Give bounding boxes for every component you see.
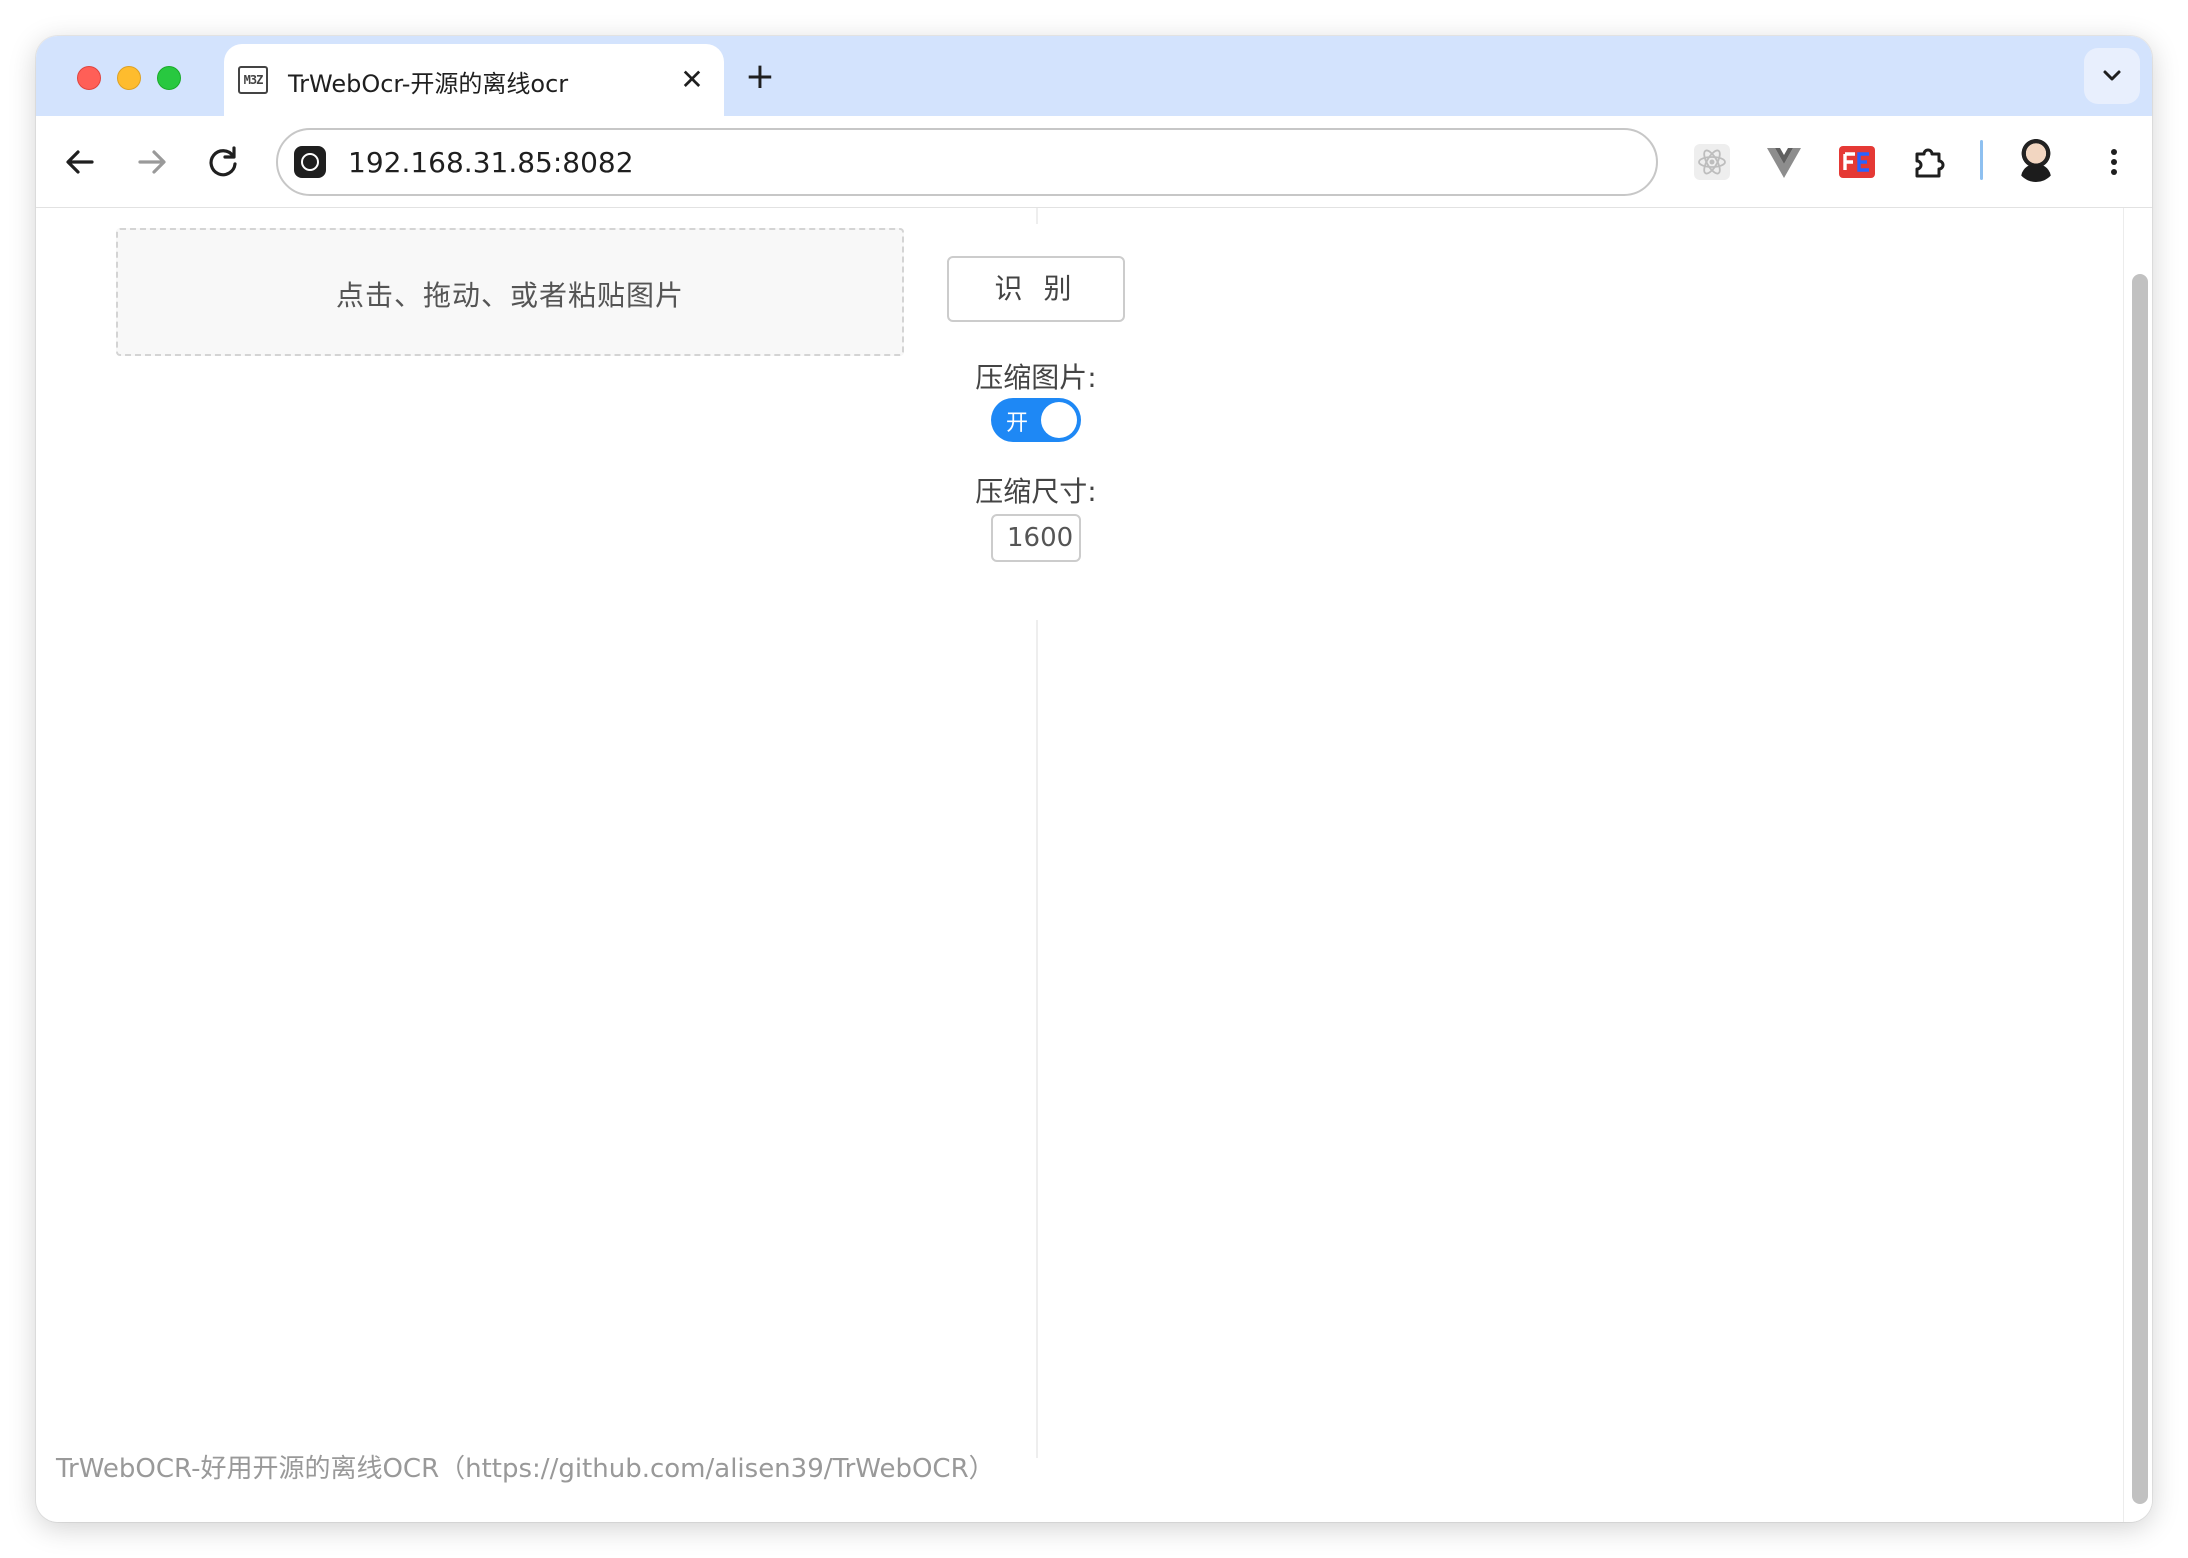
more-vertical-icon — [2111, 149, 2117, 175]
compress-size-label: 压缩尺寸: — [975, 475, 1097, 508]
toolbar-separator — [1980, 140, 1983, 180]
column-divider — [1036, 208, 1038, 224]
maximize-window-button[interactable] — [157, 66, 181, 90]
address-bar[interactable]: 192.168.31.85:8082 — [276, 128, 1658, 196]
back-button[interactable] — [56, 138, 104, 186]
footer-text[interactable]: TrWebOCR-好用开源的离线OCR（https://github.com/a… — [56, 1448, 995, 1485]
page-viewport: 点击、拖动、或者粘贴图片 识 别 压缩图片: 开 压缩尺寸: TrWebOCR-… — [36, 208, 2152, 1522]
new-tab-button[interactable]: + — [740, 58, 780, 98]
site-info-icon[interactable] — [294, 146, 326, 178]
close-window-button[interactable] — [77, 66, 101, 90]
fehelper-icon[interactable] — [1837, 142, 1877, 182]
upload-hint: 点击、拖动、或者粘贴图片 — [335, 279, 684, 312]
minimize-window-button[interactable] — [117, 66, 141, 90]
arrow-left-icon — [66, 150, 94, 174]
url-text[interactable]: 192.168.31.85:8082 — [348, 146, 634, 179]
vertical-scrollbar[interactable] — [2123, 208, 2152, 1522]
toggle-knob — [1041, 402, 1077, 438]
tab-favicon-icon: M3Z — [238, 66, 268, 94]
arrow-right-icon — [138, 150, 166, 174]
recognize-button[interactable]: 识 别 — [947, 256, 1125, 322]
tab-close-icon[interactable]: ✕ — [674, 62, 710, 98]
browser-toolbar: 192.168.31.85:8082 — [36, 116, 2152, 208]
compress-toggle[interactable]: 开 — [991, 398, 1081, 442]
extensions-puzzle-icon[interactable] — [1909, 142, 1949, 182]
compress-image-label: 压缩图片: — [975, 361, 1097, 394]
vue-devtools-icon[interactable] — [1764, 142, 1804, 182]
toggle-on-text: 开 — [1006, 411, 1029, 436]
scrollbar-thumb[interactable] — [2132, 274, 2148, 1504]
forward-button[interactable] — [128, 138, 176, 186]
tab-title: TrWebOcr-开源的离线ocr — [288, 70, 569, 98]
reload-button[interactable] — [199, 138, 247, 186]
react-devtools-icon[interactable] — [1692, 142, 1732, 182]
column-divider — [1036, 620, 1038, 1458]
image-upload-area[interactable]: 点击、拖动、或者粘贴图片 — [116, 228, 904, 356]
tab-strip: M3Z TrWebOcr-开源的离线ocr ✕ + — [36, 36, 2152, 116]
profile-avatar[interactable] — [2015, 138, 2057, 182]
tab-search-button[interactable] — [2084, 48, 2140, 104]
tab-active[interactable]: M3Z TrWebOcr-开源的离线ocr ✕ — [224, 44, 724, 116]
reload-icon — [209, 146, 237, 177]
compress-size-input[interactable] — [991, 514, 1081, 562]
browser-window: M3Z TrWebOcr-开源的离线ocr ✕ + 192.168.31.85:… — [36, 36, 2152, 1522]
chevron-down-icon — [2103, 70, 2121, 81]
menu-button[interactable] — [2094, 142, 2134, 182]
